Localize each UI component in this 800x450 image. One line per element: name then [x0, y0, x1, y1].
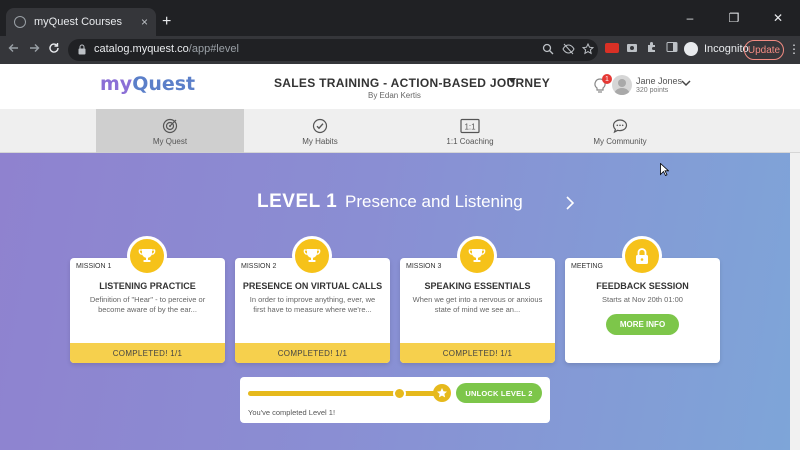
level-progress-card: UNLOCK LEVEL 2 You've completed Level 1!	[240, 377, 550, 423]
course-author: By Edan Kertis	[368, 91, 421, 100]
close-window-button[interactable]: ✕	[756, 0, 800, 36]
progress-message: You've completed Level 1!	[248, 408, 336, 417]
chat-icon	[612, 119, 628, 134]
tab-label: My Habits	[302, 137, 338, 146]
tab-title: myQuest Courses	[34, 16, 123, 28]
camera-icon[interactable]	[626, 41, 638, 53]
card-title: LISTENING PRACTICE	[99, 281, 196, 291]
browser-tabstrip: myQuest Courses × + – ❐ ✕	[0, 0, 800, 36]
chevron-down-icon[interactable]	[681, 79, 691, 87]
incognito-indicator[interactable]: Incognito	[684, 42, 749, 56]
update-button[interactable]: Update	[744, 40, 784, 60]
card-label: MISSION 1	[76, 263, 112, 270]
card-status: COMPLETED! 1/1	[400, 343, 555, 363]
minimize-button[interactable]: –	[668, 0, 712, 36]
notification-badge[interactable]: 1	[602, 74, 612, 84]
level-area: ✦ ✦ ✦ ✦ ✦ ✦ LEVEL 1 Presence and Listeni…	[0, 153, 790, 450]
app-header: myQuest SALES TRAINING - ACTION-BASED JO…	[0, 64, 800, 109]
tab-my-quest[interactable]: My Quest	[96, 109, 244, 153]
lock-icon	[78, 44, 86, 55]
tab-my-community[interactable]: My Community	[546, 109, 694, 153]
myquest-logo[interactable]: myQuest	[100, 73, 195, 95]
progress-bar	[248, 387, 444, 400]
sub-navigation: My Quest My Habits 1:1 1:1 Coaching My C…	[0, 109, 800, 153]
card-title: SPEAKING ESSENTIALS	[424, 281, 531, 291]
more-info-button[interactable]: MORE INFO	[606, 314, 679, 335]
lock-icon	[636, 248, 648, 264]
forward-icon[interactable]	[28, 42, 40, 54]
extension-red-icon[interactable]	[605, 41, 619, 55]
star-icon	[433, 384, 451, 402]
one-on-one-icon: 1:1	[460, 118, 480, 134]
card-label: MISSION 2	[241, 263, 277, 270]
mission-card[interactable]: MISSION 3 SPEAKING ESSENTIALS When we ge…	[400, 236, 555, 363]
trophy-badge	[127, 236, 167, 276]
url-text[interactable]: catalog.myquest.co/app#level	[94, 43, 239, 55]
card-description: When we get into a nervous or anxious st…	[412, 295, 543, 314]
card-status: COMPLETED! 1/1	[70, 343, 225, 363]
address-bar[interactable]: catalog.myquest.co/app#level	[68, 39, 598, 61]
trophy-badge	[457, 236, 497, 276]
level-number: LEVEL 1	[257, 191, 338, 212]
user-name[interactable]: Jane Jones	[636, 76, 682, 86]
sidebar-icon[interactable]	[666, 41, 678, 53]
lock-badge	[622, 236, 662, 276]
card-description: In order to improve anything, ever, we f…	[249, 295, 376, 314]
reload-icon[interactable]	[48, 42, 60, 54]
card-title: PRESENCE ON VIRTUAL CALLS	[242, 281, 383, 291]
browser-toolbar: catalog.myquest.co/app#level Incognito U…	[0, 36, 800, 64]
card-title: FEEDBACK SESSION	[596, 281, 689, 291]
incognito-icon	[684, 42, 698, 56]
target-icon	[162, 118, 178, 134]
browser-tab[interactable]: myQuest Courses ×	[6, 8, 156, 36]
eye-off-icon[interactable]	[562, 43, 575, 55]
new-tab-button[interactable]: +	[162, 14, 171, 30]
tab-coaching[interactable]: 1:1 1:1 Coaching	[396, 109, 544, 153]
tab-label: My Quest	[152, 137, 188, 146]
tab-my-habits[interactable]: My Habits	[246, 109, 394, 153]
back-icon[interactable]	[8, 42, 20, 54]
tab-label: 1:1 Coaching	[446, 137, 494, 146]
meeting-card[interactable]: MEETING FEEDBACK SESSION Starts at Nov 2…	[565, 236, 720, 363]
globe-icon	[14, 16, 26, 28]
tab-close-icon[interactable]: ×	[141, 15, 148, 29]
puzzle-extensions-icon[interactable]	[646, 41, 658, 53]
svg-text:1:1: 1:1	[464, 123, 476, 132]
trophy-icon	[303, 249, 321, 262]
progress-fill	[248, 391, 444, 396]
window-controls: – ❐ ✕	[668, 0, 800, 36]
level-title: Presence and Listening	[345, 192, 523, 211]
tab-label: My Community	[593, 137, 647, 146]
course-dropdown-caret-icon[interactable]	[508, 78, 516, 83]
star-bookmark-icon[interactable]	[582, 43, 594, 55]
mouse-cursor-icon	[660, 163, 669, 176]
chevron-right-icon[interactable]	[565, 195, 575, 211]
trophy-icon	[468, 249, 486, 262]
browser-menu-icon[interactable]: ⋮	[788, 42, 800, 56]
incognito-label: Incognito	[704, 43, 749, 55]
progress-checkpoint	[392, 387, 406, 400]
restore-button[interactable]: ❐	[712, 0, 756, 36]
trophy-badge	[292, 236, 332, 276]
zoom-icon[interactable]	[542, 43, 554, 55]
trophy-icon	[138, 249, 156, 262]
unlock-level-button[interactable]: UNLOCK LEVEL 2	[456, 383, 542, 403]
card-description: Starts at Nov 20th 01:00	[602, 295, 683, 304]
page-scrollbar[interactable]	[790, 153, 800, 450]
card-status: COMPLETED! 1/1	[235, 343, 390, 363]
user-avatar[interactable]	[612, 75, 632, 95]
check-circle-icon	[312, 118, 328, 134]
user-points: 320 points	[636, 87, 669, 94]
mission-card[interactable]: MISSION 1 LISTENING PRACTICE Definition …	[70, 236, 225, 363]
mission-card[interactable]: MISSION 2 PRESENCE ON VIRTUAL CALLS In o…	[235, 236, 390, 363]
card-label: MEETING	[571, 263, 603, 270]
card-description: Definition of "Hear" - to perceive or be…	[89, 295, 206, 314]
card-label: MISSION 3	[406, 263, 442, 270]
